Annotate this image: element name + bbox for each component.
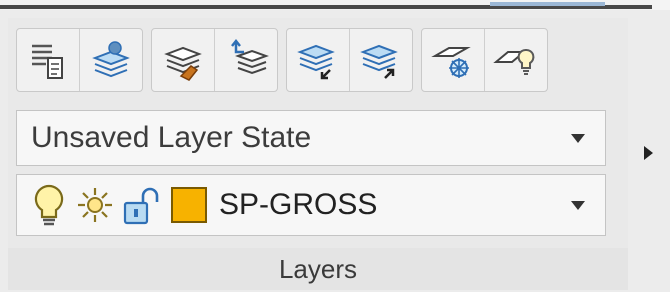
layer-properties-icon	[32, 44, 63, 79]
layer-state-manager-button[interactable]	[80, 29, 142, 91]
toolbar-group-2	[151, 28, 278, 92]
panel-title[interactable]: Layers	[8, 248, 628, 290]
current-layer-name: SP-GROSS	[219, 188, 378, 221]
layer-state-value: Unsaved Layer State	[31, 121, 312, 154]
match-layer-button[interactable]	[152, 29, 215, 91]
layers-panel: Unsaved Layer State SP-GROSS Layers	[8, 18, 628, 290]
layer-unisolate-icon	[360, 44, 398, 79]
chevron-down-icon[interactable]	[571, 133, 585, 143]
previous-layer-icon	[231, 38, 269, 75]
chevron-down-icon[interactable]	[571, 200, 585, 210]
layer-state-manager-icon	[92, 41, 130, 78]
toolbar-group-4	[421, 28, 548, 92]
lightbulb-icon[interactable]	[29, 181, 69, 229]
layer-freeze-icon	[431, 47, 471, 78]
layer-properties-button[interactable]	[17, 29, 80, 91]
previous-layer-button[interactable]	[215, 29, 277, 91]
current-layer-dropdown[interactable]: SP-GROSS	[16, 174, 606, 236]
layer-color-swatch[interactable]	[171, 187, 207, 223]
ribbon-tab-highlight	[490, 2, 605, 6]
match-layer-icon	[164, 46, 202, 81]
layer-state-dropdown[interactable]: Unsaved Layer State	[16, 110, 606, 166]
layers-toolbar	[16, 28, 548, 92]
toolbar-group-3	[286, 28, 413, 92]
layer-isolate-button[interactable]	[287, 29, 350, 91]
layer-off-icon	[493, 49, 535, 75]
layer-unisolate-button[interactable]	[350, 29, 412, 91]
sun-icon[interactable]	[75, 181, 115, 229]
layer-off-button[interactable]	[485, 29, 547, 91]
unlock-icon[interactable]	[121, 181, 161, 229]
expand-panel-arrow-icon[interactable]	[644, 146, 653, 160]
layer-isolate-icon	[297, 44, 335, 80]
layer-freeze-button[interactable]	[422, 29, 485, 91]
toolbar-group-1	[16, 28, 143, 92]
